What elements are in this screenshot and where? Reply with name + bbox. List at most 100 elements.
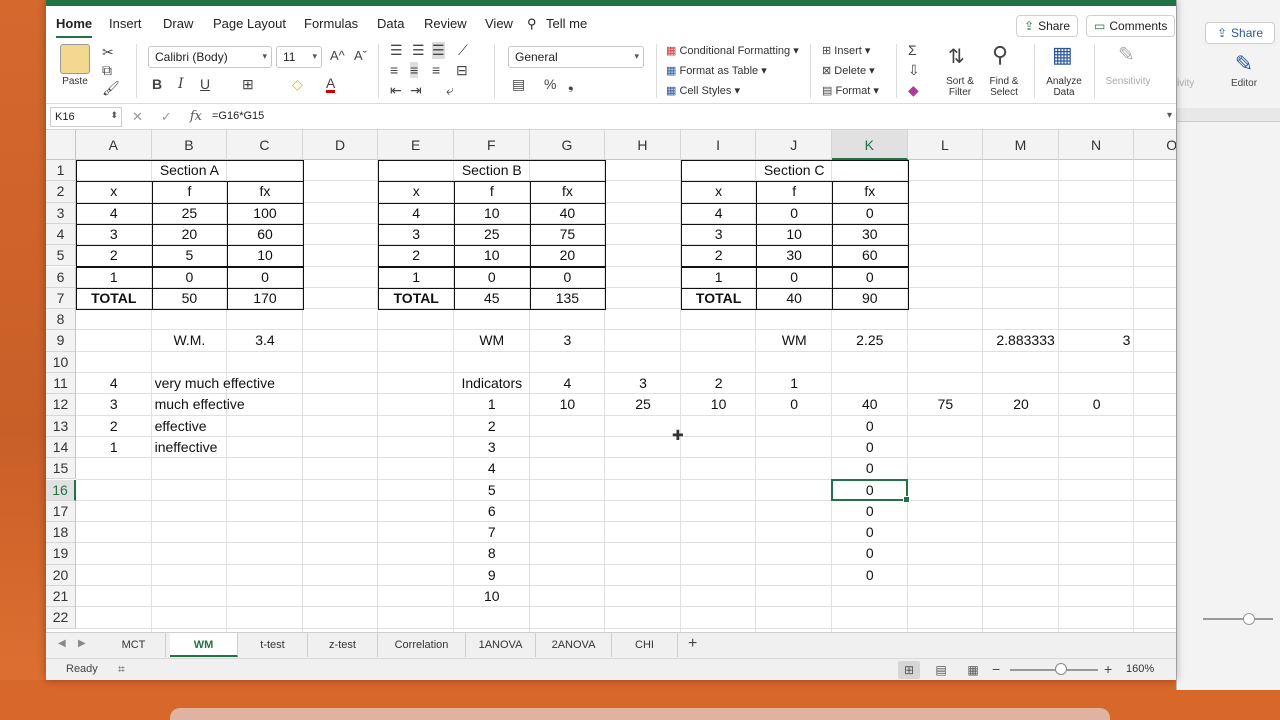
name-box[interactable]: K16 ⬍: [50, 107, 122, 127]
cell-f4[interactable]: 25: [454, 224, 530, 245]
bold-button[interactable]: B: [152, 76, 162, 92]
borders-icon[interactable]: ⊞: [242, 76, 254, 93]
cell-b7[interactable]: 50: [152, 288, 228, 309]
sort-filter-button[interactable]: Sort & Filter: [938, 76, 982, 98]
row-header[interactable]: 3: [46, 202, 76, 224]
copy-icon[interactable]: ⧉: [102, 62, 112, 79]
tab-data[interactable]: Data: [377, 16, 404, 31]
cell-k19[interactable]: 0: [832, 543, 908, 564]
wrap-text-icon[interactable]: ⤶: [446, 82, 454, 99]
cell-a3[interactable]: 4: [76, 203, 152, 224]
column-header[interactable]: D: [302, 130, 379, 160]
cell-h11[interactable]: 3: [605, 373, 681, 394]
cell-k15[interactable]: 0: [832, 458, 908, 479]
cell-k7[interactable]: 90: [832, 288, 908, 309]
fill-icon[interactable]: ⇩: [908, 62, 920, 79]
cell-g3[interactable]: 40: [530, 203, 606, 224]
sheet-tab[interactable]: CHI: [612, 633, 678, 657]
selected-cell-outline[interactable]: [831, 478, 910, 504]
next-sheet-icon[interactable]: ▶: [78, 638, 86, 649]
cell-a4[interactable]: 3: [76, 224, 152, 245]
cell-c9[interactable]: 3.4: [227, 330, 303, 351]
cell-c3[interactable]: 100: [227, 203, 303, 224]
column-header[interactable]: C: [227, 130, 303, 160]
column-header[interactable]: J: [756, 130, 832, 160]
cell-c2[interactable]: fx: [227, 181, 303, 202]
cell-c5[interactable]: 10: [227, 245, 303, 266]
cell-j3[interactable]: 0: [756, 203, 832, 224]
cell-f11[interactable]: Indicators: [454, 373, 530, 394]
cell-a13[interactable]: 2: [76, 416, 152, 437]
cell-f6[interactable]: 0: [454, 267, 530, 288]
cell-f16[interactable]: 5: [454, 480, 530, 501]
cell-f15[interactable]: 4: [454, 458, 530, 479]
zoom-level[interactable]: 160%: [1126, 663, 1154, 675]
cell-j6[interactable]: 0: [756, 267, 832, 288]
number-format-dropdown[interactable]: General ▾: [508, 46, 644, 68]
cell-j12[interactable]: 0: [756, 394, 832, 415]
row-header[interactable]: 17: [46, 500, 76, 523]
cell-f18[interactable]: 7: [454, 522, 530, 543]
format-as-table-button[interactable]: ▦ Format as Table ▾: [666, 64, 767, 77]
cell-j11[interactable]: 1: [756, 373, 832, 394]
tab-review[interactable]: Review: [424, 16, 467, 31]
column-header[interactable]: M: [983, 130, 1059, 160]
cell-k6[interactable]: 0: [832, 267, 908, 288]
cell-k5[interactable]: 60: [832, 245, 908, 266]
cell-a5[interactable]: 2: [76, 245, 152, 266]
cell-e7[interactable]: TOTAL: [378, 288, 454, 309]
column-header[interactable]: F: [454, 130, 530, 160]
row-header[interactable]: 18: [46, 522, 76, 544]
dock[interactable]: [170, 708, 1110, 720]
cell-j1[interactable]: Section C: [681, 160, 908, 181]
cell-j2[interactable]: f: [756, 181, 832, 202]
row-header[interactable]: 2: [46, 181, 76, 203]
cell-c6[interactable]: 0: [227, 267, 303, 288]
cell-f3[interactable]: 10: [454, 203, 530, 224]
accounting-format-icon[interactable]: ▤: [512, 76, 525, 93]
cell-i12[interactable]: 10: [681, 394, 757, 415]
row-header[interactable]: 21: [46, 586, 76, 608]
cancel-icon[interactable]: ✕: [132, 109, 143, 125]
cell-b12[interactable]: much effective: [152, 394, 245, 415]
formula-input[interactable]: =G16*G15: [212, 110, 264, 122]
zoom-in-icon[interactable]: +: [1104, 661, 1112, 677]
cell-g7[interactable]: 135: [530, 288, 606, 309]
cell-e6[interactable]: 1: [378, 267, 454, 288]
row-header[interactable]: 19: [46, 543, 76, 565]
row-header[interactable]: 15: [46, 458, 76, 480]
sheet-tab[interactable]: WM: [170, 633, 238, 657]
align-top-icon[interactable]: ☰: [390, 42, 403, 59]
column-header[interactable]: H: [605, 130, 681, 160]
cell-b9[interactable]: W.M.: [152, 330, 228, 351]
cell-c7[interactable]: 170: [227, 288, 303, 309]
increase-font-icon[interactable]: A^: [330, 48, 345, 63]
cell-i5[interactable]: 2: [681, 245, 757, 266]
cell-e4[interactable]: 3: [378, 224, 454, 245]
cell-g5[interactable]: 20: [530, 245, 606, 266]
cell-a2[interactable]: x: [76, 181, 152, 202]
underline-button[interactable]: U: [200, 76, 210, 92]
conditional-formatting-button[interactable]: ▦ Conditional Formatting ▾: [666, 44, 799, 57]
cell-f20[interactable]: 9: [454, 565, 530, 586]
clear-icon[interactable]: ◆: [908, 82, 919, 99]
cell-g11[interactable]: 4: [530, 373, 606, 394]
cell-k2[interactable]: fx: [832, 181, 908, 202]
cell-k20[interactable]: 0: [832, 565, 908, 586]
row-header[interactable]: 6: [46, 266, 76, 288]
align-center-icon[interactable]: ≡: [410, 62, 419, 78]
autosum-icon[interactable]: Σ: [908, 42, 917, 58]
cell-a6[interactable]: 1: [76, 267, 152, 288]
cell-e3[interactable]: 4: [378, 203, 454, 224]
cell-b6[interactable]: 0: [152, 267, 228, 288]
font-size-dropdown[interactable]: 11 ▾: [276, 46, 322, 68]
cell-f13[interactable]: 2: [454, 416, 530, 437]
cell-n12[interactable]: 0: [1059, 394, 1135, 415]
zoom-slider-track[interactable]: [1010, 669, 1098, 671]
format-painter-icon[interactable]: 🖌: [102, 80, 120, 97]
tab-draw[interactable]: Draw: [163, 16, 193, 31]
cell-e5[interactable]: 2: [378, 245, 454, 266]
cell-i3[interactable]: 4: [681, 203, 757, 224]
cell-f1[interactable]: Section B: [378, 160, 605, 181]
row-header[interactable]: 1: [46, 160, 76, 182]
